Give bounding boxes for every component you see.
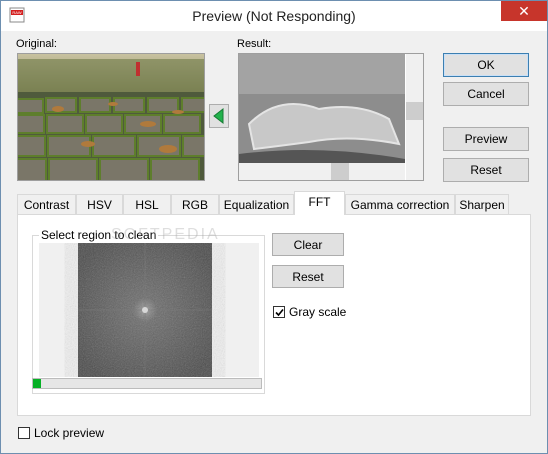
- tab-sharpen[interactable]: Sharpen: [455, 194, 509, 214]
- fft-reset-button[interactable]: Reset: [272, 265, 344, 288]
- fft-region-canvas[interactable]: [39, 243, 259, 377]
- tab-gamma-correction[interactable]: Gamma correction: [345, 194, 455, 214]
- cancel-button[interactable]: Cancel: [443, 82, 529, 106]
- scroll-corner: [406, 163, 423, 180]
- close-button[interactable]: ✕: [501, 1, 547, 21]
- tab-hsv[interactable]: HSV: [76, 194, 123, 214]
- checkmark-icon: [275, 308, 284, 317]
- result-image: [238, 53, 424, 181]
- lock-preview-label: Lock preview: [34, 426, 105, 440]
- transfer-arrow-button[interactable]: [209, 104, 229, 128]
- result-horizontal-scrollbar[interactable]: [239, 163, 405, 180]
- tab-rgb[interactable]: RGB: [171, 194, 219, 214]
- tab-equalization[interactable]: Equalization: [219, 194, 294, 214]
- lock-preview-checkbox[interactable]: [18, 427, 30, 439]
- result-vertical-scrollbar[interactable]: [406, 54, 423, 163]
- tab-fft[interactable]: FFT: [294, 191, 345, 215]
- title-bar: RAW Preview (Not Responding) ✕: [1, 1, 547, 31]
- tab-hsl[interactable]: HSL: [123, 194, 171, 214]
- region-group-label: Select region to clean: [39, 228, 159, 242]
- tab-contrast[interactable]: Contrast: [17, 194, 76, 214]
- window-title: Preview (Not Responding): [192, 8, 356, 24]
- grayscale-checkbox[interactable]: [273, 306, 285, 318]
- vertical-scroll-thumb[interactable]: [406, 102, 423, 120]
- ok-button[interactable]: OK: [443, 53, 529, 77]
- clear-button[interactable]: Clear: [272, 233, 344, 256]
- progress-bar-fill: [33, 379, 41, 388]
- preview-button[interactable]: Preview: [443, 127, 529, 151]
- progress-bar: [32, 378, 262, 389]
- result-label: Result:: [237, 38, 272, 50]
- original-image: [17, 53, 205, 181]
- original-label: Original:: [16, 38, 57, 50]
- reset-button[interactable]: Reset: [443, 158, 529, 182]
- left-arrow-icon: [213, 107, 224, 125]
- grayscale-label: Gray scale: [289, 305, 347, 319]
- preview-dialog: RAW Preview (Not Responding) ✕ Original:…: [0, 0, 548, 454]
- horizontal-scroll-thumb[interactable]: [331, 163, 349, 180]
